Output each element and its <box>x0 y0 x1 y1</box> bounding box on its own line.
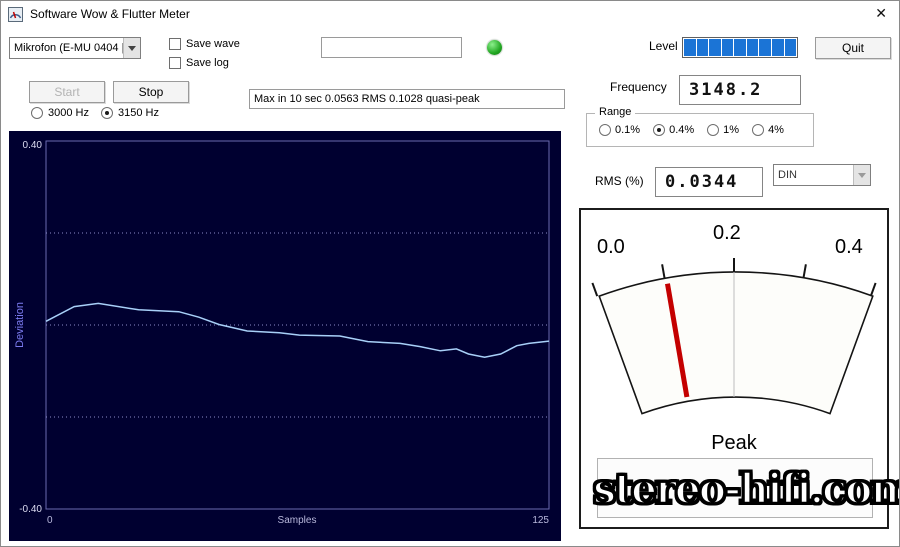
text-input[interactable] <box>321 37 462 58</box>
frequency-display: 3148.2 <box>679 75 801 105</box>
din-combo-value: DIN <box>778 169 797 181</box>
watermark-text: stereo-hifi.com <box>592 464 900 515</box>
rms-display: 0.0344 <box>655 167 763 197</box>
chevron-down-icon <box>858 172 866 178</box>
gauge-caption: Peak <box>711 432 757 454</box>
rms-label: RMS (%) <box>595 174 644 188</box>
radio-range-0.4-label: 0.4% <box>669 124 695 136</box>
range-option-4: 4% <box>752 124 784 136</box>
device-combo[interactable]: Mikrofon (E-MU 0404 | U <box>9 37 141 59</box>
radio-range-0.1[interactable] <box>599 124 611 136</box>
x-axis-title: Samples <box>278 515 317 526</box>
app-icon <box>8 6 23 22</box>
y-axis-min-label: -0.40 <box>19 504 42 515</box>
save-wave-checkbox-row: Save wave <box>169 38 240 50</box>
titlebar: Software Wow & Flutter Meter ✕ <box>1 1 899 27</box>
radio-range-1[interactable] <box>707 124 720 136</box>
y-axis-max-label: 0.40 <box>23 140 43 151</box>
gauge-scale-label-0: 0.0 <box>597 236 625 258</box>
gauge-scale-label-1: 0.2 <box>713 222 741 244</box>
save-wave-checkbox[interactable] <box>169 38 181 50</box>
deviation-trace <box>45 302 550 358</box>
start-button[interactable]: Start <box>29 81 105 103</box>
frequency-label: Frequency <box>610 80 667 94</box>
save-log-checkbox-row: Save log <box>169 57 229 69</box>
chevron-down-icon <box>128 45 136 51</box>
window-title: Software Wow & Flutter Meter <box>30 7 190 21</box>
range-option-0.1: 0.1% <box>599 124 640 136</box>
din-combo[interactable]: DIN <box>773 164 871 186</box>
status-box: Max in 10 sec 0.0563 RMS 0.1028 quasi-pe… <box>249 89 565 109</box>
radio-3150hz-label: 3150 Hz <box>118 107 159 119</box>
led-indicator <box>487 40 502 55</box>
gauge-scale-label-2: 0.4 <box>835 236 863 258</box>
chart-gridlines <box>46 232 549 418</box>
device-combo-dropdown-button[interactable] <box>123 38 140 58</box>
radio-range-1-label: 1% <box>723 124 740 136</box>
stop-button[interactable]: Stop <box>113 81 189 103</box>
level-label: Level <box>649 39 678 53</box>
range-group-label: Range <box>595 106 636 118</box>
x-axis-min-label: 0 <box>47 515 53 526</box>
save-wave-label: Save wave <box>186 38 240 50</box>
level-meter <box>682 37 798 58</box>
radio-3000hz-row: 3000 Hz <box>31 107 89 119</box>
deviation-chart: 0.40 -0.40 Deviation 0 Samples 125 <box>9 131 561 541</box>
radio-3000hz[interactable] <box>31 107 43 119</box>
gauge-arc <box>598 271 874 415</box>
radio-range-4-label: 4% <box>768 124 784 136</box>
deviation-chart-svg: 0.40 -0.40 Deviation 0 Samples 125 <box>14 140 550 526</box>
range-option-1: 1% <box>707 124 739 136</box>
device-combo-value: Mikrofon (E-MU 0404 | U <box>14 42 123 54</box>
din-combo-dropdown-button[interactable] <box>853 165 870 185</box>
y-axis-title: Deviation <box>14 302 26 348</box>
save-log-checkbox[interactable] <box>169 57 181 69</box>
radio-3150hz-row: 3150 Hz <box>101 107 159 119</box>
save-log-label: Save log <box>186 57 229 69</box>
radio-range-4[interactable] <box>752 124 765 136</box>
range-groupbox: Range 0.1% 0.4% 1% 4% <box>586 106 814 147</box>
radio-3000hz-label: 3000 Hz <box>48 107 89 119</box>
x-axis-max-label: 125 <box>532 515 549 526</box>
radio-range-0.4[interactable] <box>653 124 666 136</box>
radio-3150hz[interactable] <box>101 107 113 119</box>
range-option-0.4: 0.4% <box>653 124 694 136</box>
plot-border <box>45 140 550 510</box>
app-window: Software Wow & Flutter Meter ✕ Mikrofon … <box>0 0 900 547</box>
radio-range-0.1-label: 0.1% <box>615 124 641 136</box>
close-icon[interactable]: ✕ <box>875 5 887 21</box>
quit-button[interactable]: Quit <box>815 37 891 59</box>
